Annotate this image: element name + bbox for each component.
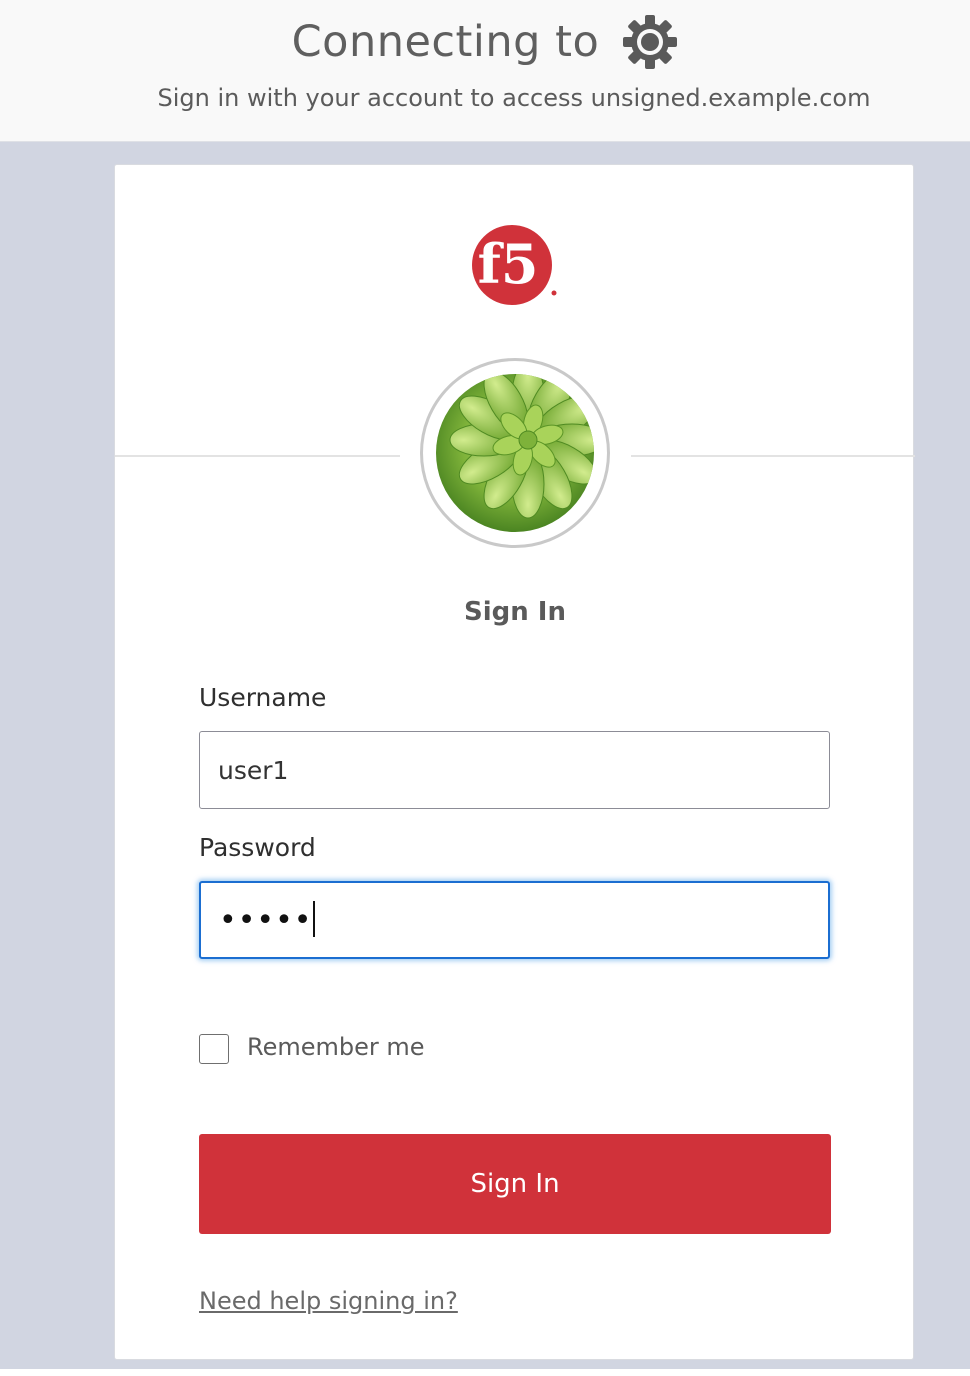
f5-logo: f5 [472, 225, 557, 305]
need-help-link[interactable]: Need help signing in? [199, 1287, 458, 1315]
bottom-strip [0, 1369, 970, 1376]
header-subtitle: Sign in with your account to access unsi… [157, 84, 871, 112]
sign-in-button[interactable]: Sign In [199, 1134, 831, 1234]
gear-icon [623, 15, 678, 69]
f5-logo-text: f5 [478, 232, 539, 296]
page-title: Connecting to [291, 17, 600, 67]
divider-left [115, 455, 400, 457]
header: Connecting to Sign in with your account … [0, 0, 970, 142]
text-caret [313, 900, 316, 937]
username-input[interactable] [199, 731, 830, 809]
password-label: Password [199, 833, 316, 862]
password-input[interactable]: ••••• [199, 881, 830, 959]
username-label: Username [199, 683, 327, 712]
signin-card: f5 Sign In Username user1 Password •••••… [114, 164, 915, 1360]
header-title-row: Connecting to [0, 14, 970, 80]
remember-me-label[interactable]: Remember me [247, 1033, 425, 1061]
avatar [420, 358, 610, 548]
password-masked-value: ••••• [219, 900, 316, 941]
divider-right [631, 455, 915, 457]
password-dots: ••••• [219, 903, 313, 938]
remember-me-checkbox[interactable] [199, 1034, 229, 1064]
signin-heading: Sign In [464, 597, 566, 627]
succulent-plant-avatar [436, 374, 594, 532]
